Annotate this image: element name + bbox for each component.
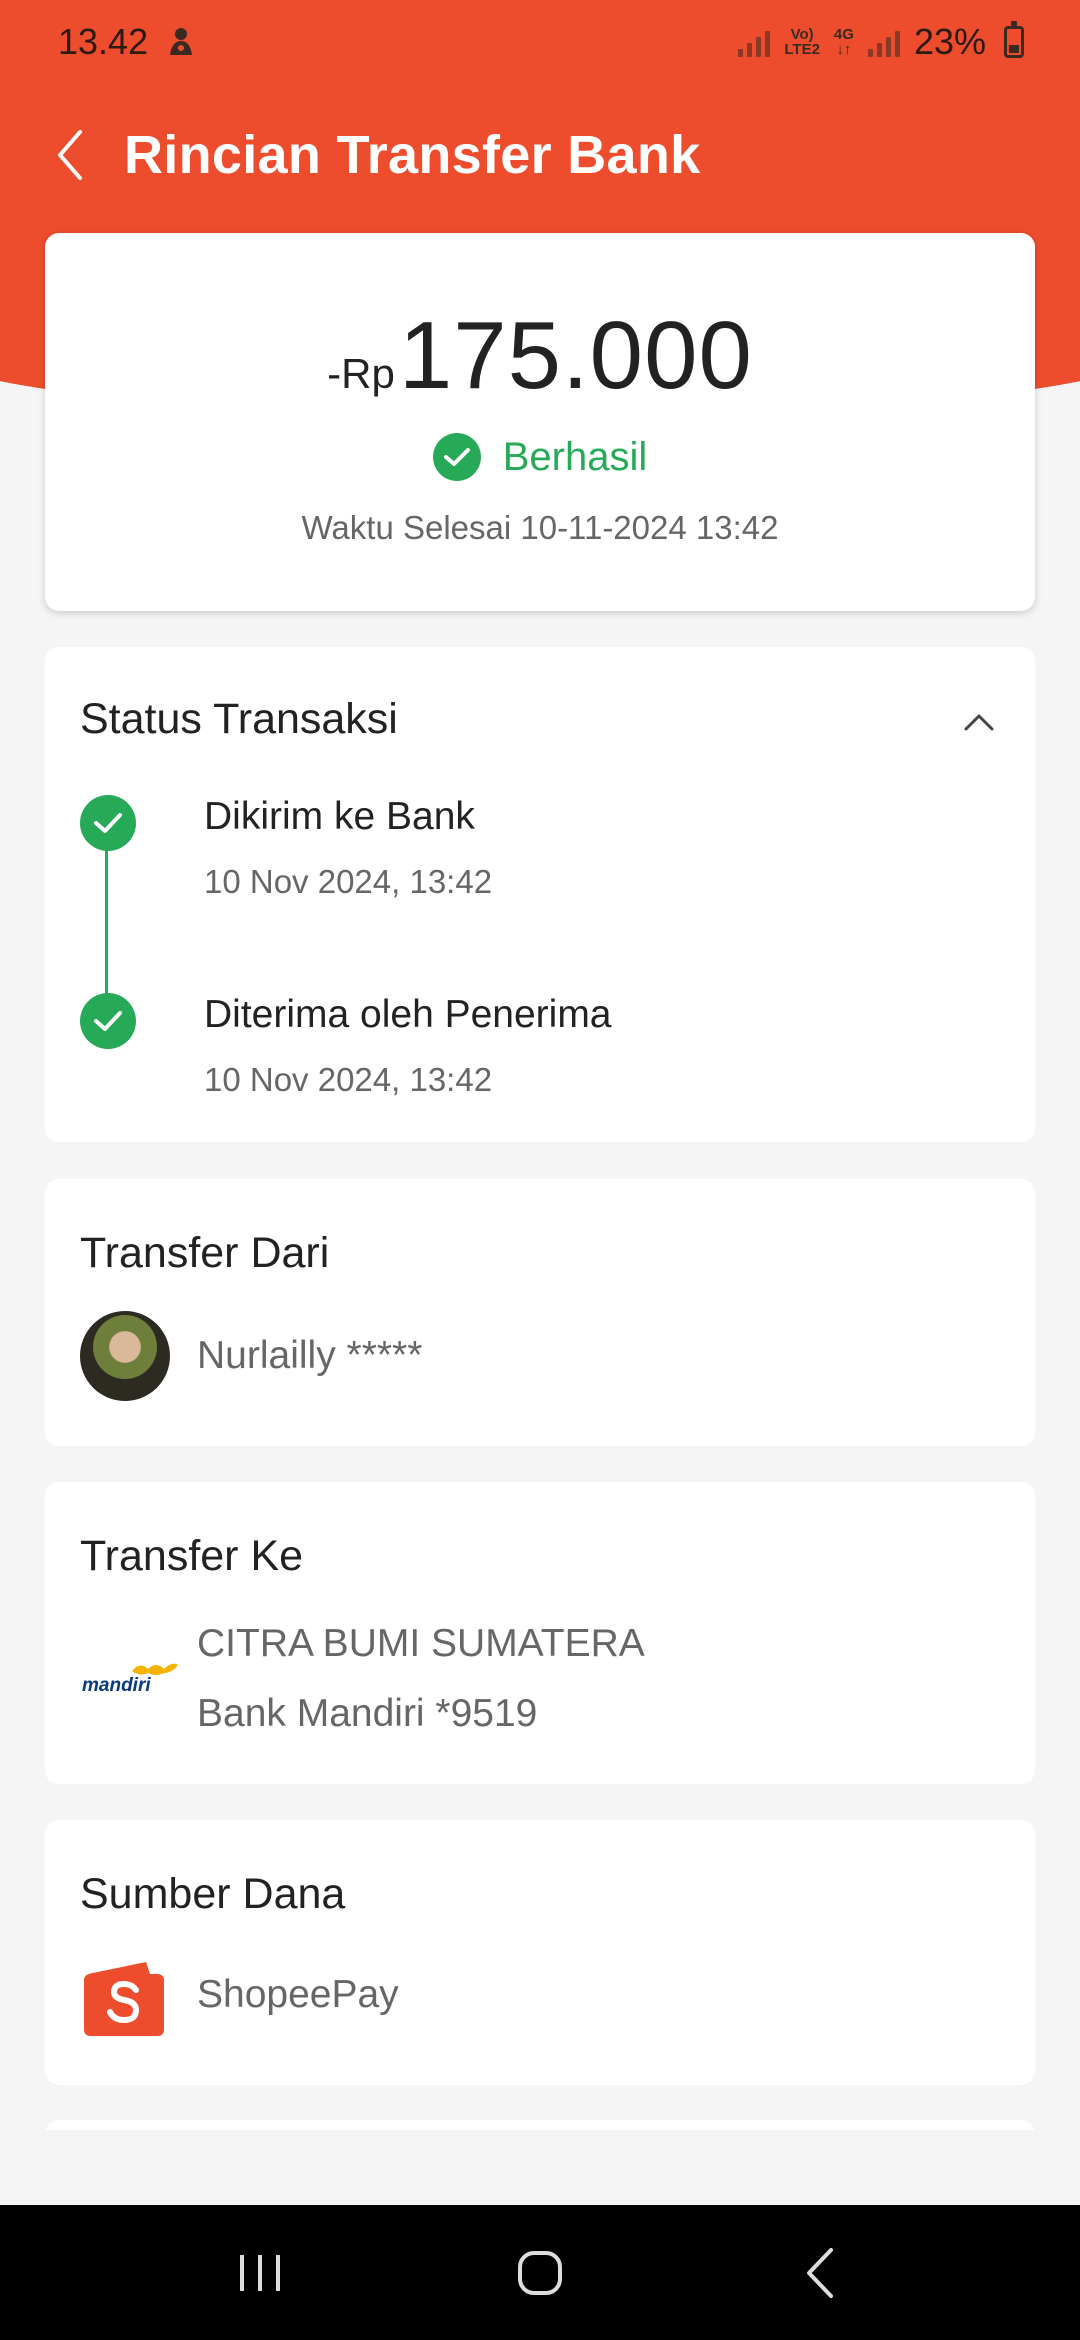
fund-source-card: Sumber Dana ShopeePay bbox=[45, 1820, 1035, 2085]
step-time: 10 Nov 2024, 13:42 bbox=[204, 1061, 493, 1098]
section-title: Transfer Dari bbox=[80, 1229, 330, 1277]
bank-logo: mandiri bbox=[80, 1657, 180, 1697]
volte-indicator: Vo) LTE2 bbox=[784, 27, 820, 57]
recent-apps-button[interactable] bbox=[215, 2233, 305, 2313]
home-icon bbox=[518, 2250, 562, 2295]
navigation-bar bbox=[0, 2205, 1080, 2340]
finish-time: Waktu Selesai 10-11-2024 13:42 bbox=[301, 509, 779, 546]
check-icon bbox=[80, 795, 136, 851]
fund-source-name: ShopeePay bbox=[197, 1973, 399, 2016]
section-title: Status Transaksi bbox=[80, 695, 398, 743]
status-row: Berhasil bbox=[45, 433, 1035, 481]
amount-row: -Rp 175.000 bbox=[45, 301, 1035, 411]
transfer-summary-card: -Rp 175.000 Berhasil Waktu Selesai 10-11… bbox=[45, 233, 1035, 611]
network-type-indicator: 4G ↓↑ bbox=[834, 27, 854, 57]
network-type-bottom: ↓↑ bbox=[836, 41, 852, 58]
recent-apps-icon bbox=[240, 2254, 280, 2291]
page-bottom bbox=[0, 2130, 1080, 2205]
transaction-status-card: Status Transaksi Dikirim ke Bank 10 Nov … bbox=[45, 647, 1035, 1142]
battery-icon bbox=[1004, 21, 1024, 58]
transfer-to-card: Transfer Ke mandiri CITRA BUMI SUMATERA … bbox=[45, 1482, 1035, 1784]
section-title: Transfer Ke bbox=[80, 1532, 304, 1580]
avatar bbox=[80, 1311, 170, 1401]
bank-logo-text: mandiri bbox=[82, 1675, 151, 1696]
success-check-icon bbox=[432, 433, 481, 481]
sender-name: Nurlailly ***** bbox=[197, 1334, 423, 1377]
page-title: Rincian Transfer Bank bbox=[124, 125, 701, 185]
shopeepay-icon bbox=[80, 1960, 170, 2038]
step-label: Diterima oleh Penerima bbox=[204, 993, 612, 1036]
page: 13.42 Vo) LTE2 4G ↓↑ 23% Rincian Transfe… bbox=[0, 0, 1080, 2340]
section-title: Sumber Dana bbox=[80, 1870, 346, 1918]
step-label: Dikirim ke Bank bbox=[204, 795, 475, 838]
recipient-name: CITRA BUMI SUMATERA bbox=[197, 1622, 645, 1665]
chevron-left-icon bbox=[58, 130, 82, 180]
amount-value: 175.000 bbox=[398, 302, 753, 409]
back-icon bbox=[807, 2247, 833, 2298]
battery-percent: 23% bbox=[913, 21, 986, 62]
notification-icon bbox=[170, 28, 193, 55]
status-label: Berhasil bbox=[502, 434, 648, 479]
volte-bottom: LTE2 bbox=[784, 41, 820, 58]
transfer-from-card: Transfer Dari Nurlailly ***** bbox=[45, 1179, 1035, 1446]
check-icon bbox=[80, 993, 136, 1049]
app-bar: Rincian Transfer Bank bbox=[0, 110, 1080, 200]
amount-prefix: -Rp bbox=[327, 350, 395, 397]
signal-1-icon bbox=[738, 27, 771, 57]
status-time: 13.42 bbox=[58, 21, 149, 62]
chevron-up-icon bbox=[964, 714, 994, 731]
volte-top: Vo) bbox=[790, 26, 814, 43]
status-bar: 13.42 Vo) LTE2 4G ↓↑ 23% bbox=[0, 0, 1080, 84]
signal-2-icon bbox=[867, 27, 900, 57]
home-button[interactable] bbox=[495, 2233, 585, 2313]
recipient-bank: Bank Mandiri *9519 bbox=[197, 1692, 538, 1735]
back-button[interactable] bbox=[50, 125, 90, 185]
network-type-top: 4G bbox=[833, 26, 854, 43]
system-back-button[interactable] bbox=[775, 2233, 865, 2313]
collapse-button[interactable] bbox=[963, 712, 995, 737]
step-time: 10 Nov 2024, 13:42 bbox=[204, 863, 493, 900]
